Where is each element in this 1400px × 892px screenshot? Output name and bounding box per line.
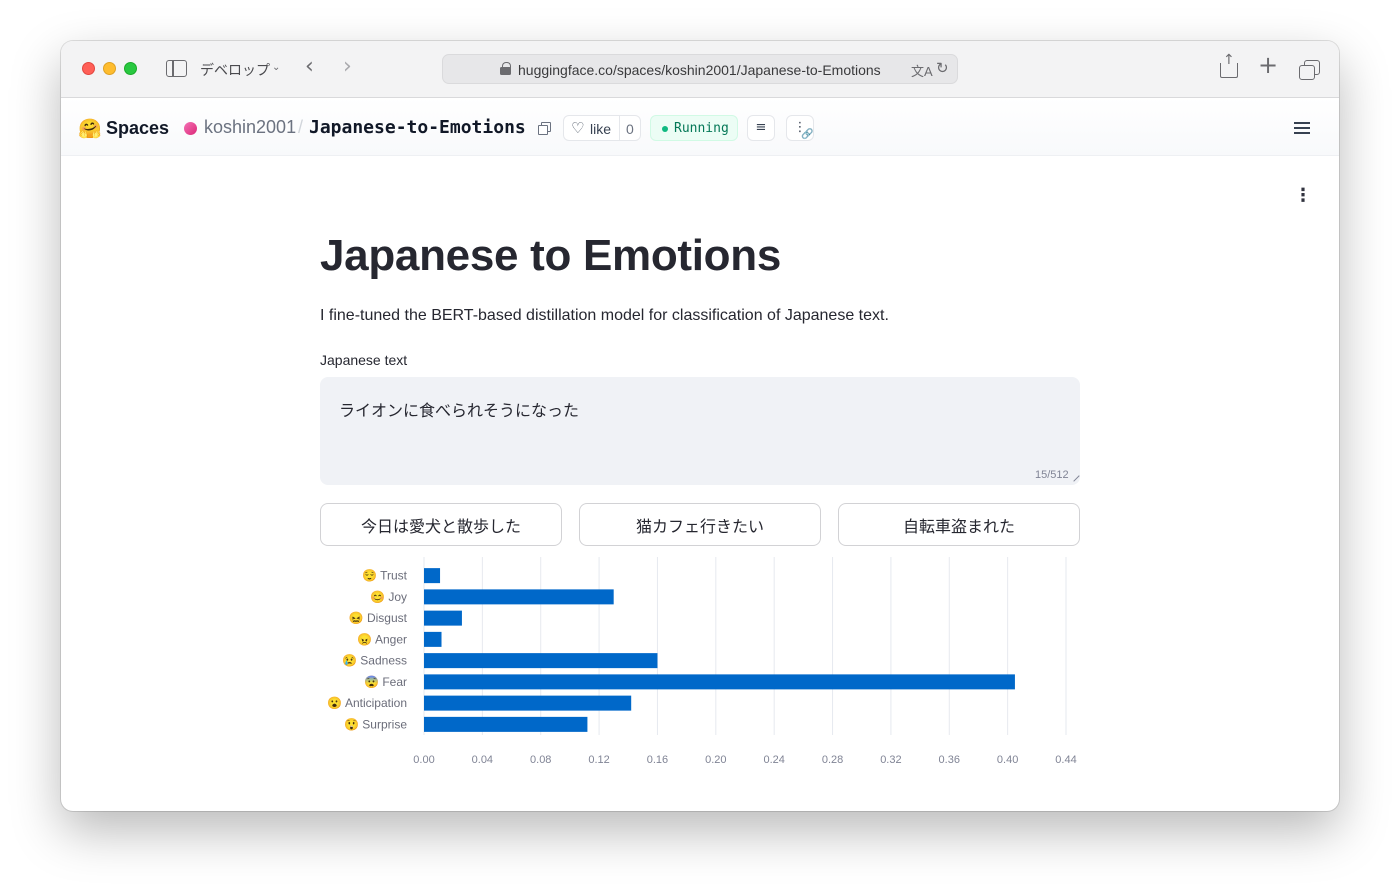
status-label: Running bbox=[674, 121, 729, 136]
bar bbox=[424, 716, 588, 732]
tab-overview-icon[interactable] bbox=[1299, 60, 1320, 80]
heart-icon: ♡ bbox=[571, 119, 585, 137]
bar bbox=[424, 653, 658, 669]
app-main-menu-icon[interactable]: ⋮ bbox=[1294, 187, 1312, 205]
category-label: 😊 Joy bbox=[370, 590, 407, 604]
chevron-down-icon[interactable]: ⌄ bbox=[272, 62, 280, 73]
like-count[interactable]: 0 bbox=[626, 121, 634, 137]
address-bar[interactable]: huggingface.co/spaces/koshin2001/Japanes… bbox=[442, 54, 958, 84]
hf-space-header: 🤗 Spaces koshin2001 / Japanese-to-Emotio… bbox=[61, 98, 1339, 156]
space-avatar-icon bbox=[184, 122, 197, 135]
x-tick-label: 0.36 bbox=[939, 754, 960, 766]
bar bbox=[424, 674, 1015, 690]
like-button[interactable]: ♡ like 0 bbox=[563, 115, 641, 141]
bar bbox=[424, 568, 441, 584]
logs-button[interactable]: ≡ bbox=[747, 115, 775, 141]
x-tick-label: 0.20 bbox=[705, 754, 726, 766]
breadcrumb-separator: / bbox=[298, 117, 304, 137]
x-tick-label: 0.08 bbox=[530, 754, 551, 766]
hamburger-menu-icon[interactable] bbox=[1294, 122, 1310, 134]
browser-window: デベロップ ⌄ ‹ › huggingface.co/spaces/koshin… bbox=[61, 41, 1339, 811]
browser-toolbar: デベロップ ⌄ ‹ › huggingface.co/spaces/koshin… bbox=[61, 41, 1339, 98]
category-label: 😢 Sadness bbox=[342, 654, 407, 668]
page-title: Japanese to Emotions bbox=[320, 231, 782, 280]
x-tick-label: 0.16 bbox=[647, 754, 668, 766]
category-label: 😖 Disgust bbox=[349, 611, 408, 625]
translate-icon[interactable]: 文A bbox=[911, 61, 933, 80]
bar bbox=[424, 695, 632, 711]
x-tick-label: 0.24 bbox=[763, 754, 784, 766]
like-label: like bbox=[590, 121, 612, 137]
back-arrow-icon[interactable]: ‹ bbox=[305, 56, 314, 78]
hugging-face-logo-icon[interactable]: 🤗 bbox=[78, 117, 102, 141]
develop-menu[interactable]: デベロップ bbox=[200, 60, 270, 80]
bar bbox=[424, 610, 462, 626]
owner-link[interactable]: koshin2001 bbox=[204, 117, 296, 138]
copy-icon[interactable] bbox=[538, 122, 551, 135]
new-tab-icon[interactable]: + bbox=[1258, 53, 1278, 77]
logs-icon: ≡ bbox=[755, 120, 767, 135]
repo-name[interactable]: Japanese-to-Emotions bbox=[309, 117, 526, 138]
x-tick-label: 0.00 bbox=[413, 754, 434, 766]
url-text[interactable]: huggingface.co/spaces/koshin2001/Japanes… bbox=[518, 62, 881, 78]
x-tick-label: 0.28 bbox=[822, 754, 843, 766]
x-tick-label: 0.04 bbox=[472, 754, 493, 766]
category-label: 😌 Trust bbox=[362, 569, 408, 583]
char-count: 15/512 bbox=[1035, 469, 1069, 481]
japanese-text-input[interactable] bbox=[320, 377, 1080, 485]
input-label: Japanese text bbox=[320, 352, 408, 368]
lock-icon bbox=[500, 62, 511, 75]
reload-icon[interactable]: ↻ bbox=[936, 59, 949, 77]
category-label: 😨 Fear bbox=[364, 675, 407, 689]
share-icon[interactable] bbox=[1220, 53, 1238, 78]
like-divider bbox=[619, 116, 620, 140]
example-button-1[interactable]: 今日は愛犬と散歩した bbox=[320, 503, 562, 546]
status-badge[interactable]: Running bbox=[650, 115, 738, 141]
spaces-link[interactable]: Spaces bbox=[106, 118, 169, 139]
minimize-window-button[interactable] bbox=[103, 62, 116, 75]
link-icon: 🔗 bbox=[801, 129, 814, 140]
page-description: I fine-tuned the BERT-based distillation… bbox=[320, 307, 889, 324]
x-tick-label: 0.12 bbox=[588, 754, 609, 766]
x-tick-label: 0.32 bbox=[880, 754, 901, 766]
close-window-button[interactable] bbox=[82, 62, 95, 75]
category-label: 😮 Anticipation bbox=[327, 696, 407, 710]
example-button-3[interactable]: 自転車盗まれた bbox=[838, 503, 1080, 546]
forward-arrow-icon[interactable]: › bbox=[343, 56, 352, 78]
bar bbox=[424, 589, 614, 605]
example-button-2[interactable]: 猫カフェ行きたい bbox=[579, 503, 821, 546]
emotion-bar-chart: 0.00 0.04 0.08 0.12 0.16 0.20 0.24 0.28 0.32 0.36… bbox=[327, 557, 1077, 766]
status-dot-icon bbox=[662, 126, 668, 132]
zoom-window-button[interactable] bbox=[124, 62, 137, 75]
category-label: 😲 Surprise bbox=[344, 717, 407, 731]
x-tick-label: 0.44 bbox=[1055, 754, 1076, 766]
category-label: 😠 Anger bbox=[357, 632, 407, 646]
bar bbox=[424, 631, 442, 647]
x-tick-label: 0.40 bbox=[997, 754, 1018, 766]
sidebar-toggle-icon[interactable] bbox=[166, 60, 187, 77]
